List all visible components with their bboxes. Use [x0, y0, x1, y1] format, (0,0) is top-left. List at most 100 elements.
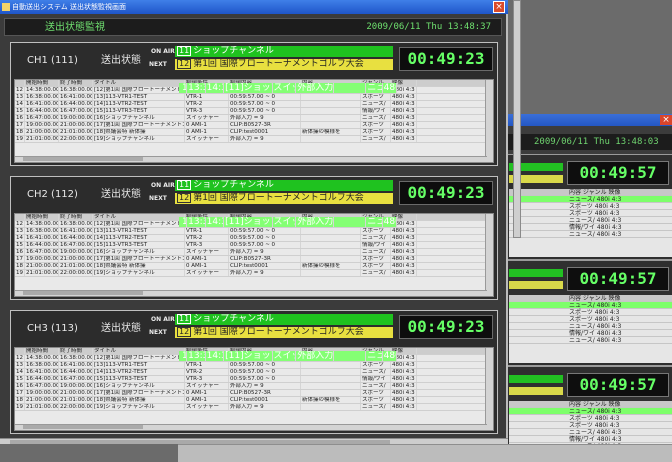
table-row[interactable]: 16 16:47:00.00 19:00:00.00 [16]ショップチャンネル スイッ… — [15, 383, 493, 390]
onair-label: ON AIR — [151, 316, 175, 323]
table-row: 情報/ワイ 480i 4:3 — [509, 330, 672, 337]
table-row[interactable]: 13 16:38:00.00 16:41:00.00 [13]113-VTR1-TES… — [15, 228, 493, 235]
background-window[interactable]: × 2009/06/11 Thu 13:48:03 00:49:57 内容 ジャン… — [502, 114, 672, 462]
table-row[interactable]: 1113:39:00.0014:38:00.00[11]ショップチャンネルスイッ… — [179, 83, 397, 94]
background-schedule-table: 内容 ジャンル 映像 ニュース/ 480i 4:3 スポーツ 480i 4:3 スポー… — [509, 189, 672, 257]
table-row[interactable]: 18 21:00:00.00 21:01:00.00 [18]県議会特 新体操 0 AM… — [15, 263, 493, 270]
column-header[interactable] — [15, 80, 25, 86]
column-header[interactable] — [15, 214, 25, 220]
table-row[interactable]: 15 16:44:00.00 16:47:00.00 [15]113-VTR3-TES… — [15, 242, 493, 249]
background-window-close-button[interactable]: × — [660, 115, 672, 125]
remaining-time-clock: 00:49:23 — [399, 315, 493, 339]
table-cell: 480i 4:3 — [391, 249, 417, 255]
table-cell: スポーツ — [361, 362, 391, 368]
table-cell: [18]県議会特 新体操 — [93, 129, 185, 135]
table-cell: 新体操の模様を — [301, 397, 361, 403]
table-cell: 480i 4:3 — [391, 362, 417, 368]
table-vertical-scrollbar[interactable] — [485, 348, 493, 430]
column-header[interactable]: タイトル — [93, 80, 185, 86]
close-button[interactable]: × — [493, 1, 505, 13]
table-cell: 16:38:00.00 — [60, 221, 93, 227]
table-row[interactable]: 13 16:38:00.00 16:41:00.00 [13]113-VTR1-TES… — [15, 94, 493, 101]
column-header[interactable]: 終了時間 — [59, 80, 93, 86]
table-row: スポーツ 480i 4:3 — [509, 203, 672, 210]
table-cell: スイッチャー — [273, 83, 297, 93]
table-cell: 00:59:57.00 ~ 0 — [229, 235, 301, 241]
table-row[interactable]: 14 16:41:00.00 16:44:00.00 [14]113-VTR2-TES… — [15, 369, 493, 376]
table-cell: 18 — [16, 397, 25, 403]
table-scrollbar-thumb[interactable] — [23, 157, 143, 161]
table-cell: 480i 4:3 — [391, 129, 417, 135]
table-row[interactable]: 14 16:41:00.00 16:44:00.00 [14]113-VTR2-TES… — [15, 101, 493, 108]
table-row[interactable]: 13 16:38:00.00 16:41:00.00 [13]113-VTR1-TES… — [15, 362, 493, 369]
table-row: 情報/ワイ 480i 4:3 — [509, 224, 672, 231]
channel-panel: CH1 (111) 送出状態 ON AIR NEXT 11 ショップチャンネル 12 第1回 … — [10, 42, 498, 166]
next-title: 第1回 国際ブロートーナメントゴルフ大会 — [193, 327, 364, 337]
table-cell: ニュース/ — [361, 136, 391, 142]
table-cell: スイッチャー — [185, 249, 229, 255]
table-cell: [13]113-VTR1-TEST — [93, 228, 185, 234]
background-channel-panel: 00:49:57 内容 ジャンル 映像 ニュース/ 480i 4:3 スポーツ 480… — [506, 260, 672, 366]
column-header[interactable]: タイトル — [93, 214, 185, 220]
table-row[interactable]: 19 21:01:00.00 22:00:00.00 [19]ショップチャンネル スイッ… — [15, 404, 493, 411]
table-row[interactable]: 14 16:41:00.00 16:44:00.00 [14]113-VTR2-TES… — [15, 235, 493, 242]
table-cell: スイッチャー — [185, 404, 229, 410]
table-row[interactable]: 15 16:44:00.00 16:47:00.00 [15]113-VTR3-TES… — [15, 108, 493, 115]
background-window-titlebar[interactable]: × — [504, 114, 672, 126]
table-vertical-scrollbar[interactable] — [485, 214, 493, 296]
column-header[interactable]: 開始時間 — [25, 214, 59, 220]
table-row[interactable]: 17 19:00:00.00 21:00:00.00 [17]第1回 国際ブロートーナ… — [15, 122, 493, 129]
table-cell: [16]ショップチャンネル — [93, 249, 185, 255]
table-cell: [17]第1回 国際ブロートーナメントゴルフ大会 — [93, 122, 185, 128]
table-row[interactable]: 1113:39:00.0014:38:00.00[11]ショップチャンネルスイッ… — [179, 217, 397, 228]
table-row[interactable]: 19 21:01:00.00 22:00:00.00 [19]ショップチャンネル スイッ… — [15, 270, 493, 277]
schedule-table[interactable]: 開始時間終了時間タイトル制御条件制御内容内容ジャンル映像1113:39:00.0… — [14, 79, 494, 163]
table-row: スポーツ 480i 4:3 — [509, 210, 672, 217]
vertical-scrollbar[interactable] — [513, 0, 521, 238]
table-row[interactable]: 18 21:00:00.00 21:01:00.00 [18]県議会特 新体操 0 AM… — [15, 129, 493, 136]
table-cell: 16:44:00.00 — [60, 235, 93, 241]
table-vertical-scrollbar[interactable] — [485, 80, 493, 162]
window-titlebar[interactable]: 自動送出システム 送出状態監視画面 × — [0, 0, 508, 14]
table-row[interactable]: 15 16:44:00.00 16:47:00.00 [15]113-VTR3-TES… — [15, 376, 493, 383]
table-scrollbar-thumb[interactable] — [23, 291, 143, 295]
table-cell: 0 AMI-1 — [185, 256, 229, 262]
next-number: 12 — [177, 327, 192, 337]
table-cell: 480i 4:3 — [383, 83, 397, 93]
table-cell: 0 AMI-1 — [185, 122, 229, 128]
table-cell: 16:41:00.00 — [26, 101, 59, 107]
table-cell: 情報/ワイ — [361, 242, 391, 248]
column-header[interactable]: 終了時間 — [59, 348, 93, 354]
background-clock: 00:49:57 — [567, 373, 669, 397]
table-scrollbar-thumb[interactable] — [23, 425, 143, 429]
next-number: 12 — [177, 59, 192, 69]
table-cell: 17 — [16, 256, 25, 262]
table-cell: [15]113-VTR3-TEST — [93, 376, 185, 382]
table-cell: CLIP:B0527-3R — [229, 390, 301, 396]
table-cell — [301, 383, 361, 389]
main-window[interactable]: 自動送出システム 送出状態監視画面 × 送出状態監視 2009/06/11 Th… — [0, 0, 508, 444]
next-program: 12 第1回 国際ブロートーナメントゴルフ大会 — [175, 193, 393, 204]
table-row[interactable]: 16 16:47:00.00 19:00:00.00 [16]ショップチャンネル スイッ… — [15, 249, 493, 256]
table-cell: 21:01:00.00 — [60, 397, 93, 403]
schedule-table[interactable]: 開始時間終了時間タイトル制御条件制御内容内容ジャンル映像1113:39:00.0… — [14, 347, 494, 431]
table-row[interactable]: 18 21:00:00.00 21:01:00.00 [18]県議会特 新体操 0 AM… — [15, 397, 493, 404]
table-cell: [11]ショップチャンネル — [225, 351, 273, 361]
table-row[interactable]: 19 21:01:00.00 22:00:00.00 [19]ショップチャンネル スイッ… — [15, 136, 493, 143]
column-header[interactable]: 終了時間 — [59, 214, 93, 220]
table-row[interactable]: 1113:39:00.0014:38:00.00[11]ショップチャンネルスイッ… — [179, 351, 397, 362]
table-row[interactable]: 17 19:00:00.00 21:00:00.00 [17]第1回 国際ブロートーナ… — [15, 390, 493, 397]
schedule-table[interactable]: 開始時間終了時間タイトル制御条件制御内容内容ジャンル映像1113:39:00.0… — [14, 213, 494, 297]
table-cell: スイッチャー — [185, 115, 229, 121]
table-cell: スポーツ — [361, 390, 391, 396]
table-cell: 480i 4:3 — [383, 351, 397, 361]
column-header[interactable]: タイトル — [93, 348, 185, 354]
table-row[interactable]: 16 16:47:00.00 19:00:00.00 [16]ショップチャンネル スイッ… — [15, 115, 493, 122]
table-cell: [12]第1回 国際ブロートーナメントゴルフ大会 — [93, 87, 185, 93]
table-cell: VTR-3 — [185, 376, 229, 382]
table-row[interactable]: 17 19:00:00.00 21:00:00.00 [17]第1回 国際ブロートーナ… — [15, 256, 493, 263]
table-cell: 14:38:00.00 — [206, 83, 225, 93]
column-header[interactable]: 開始時間 — [25, 80, 59, 86]
column-header[interactable]: 開始時間 — [25, 348, 59, 354]
column-header[interactable] — [15, 348, 25, 354]
